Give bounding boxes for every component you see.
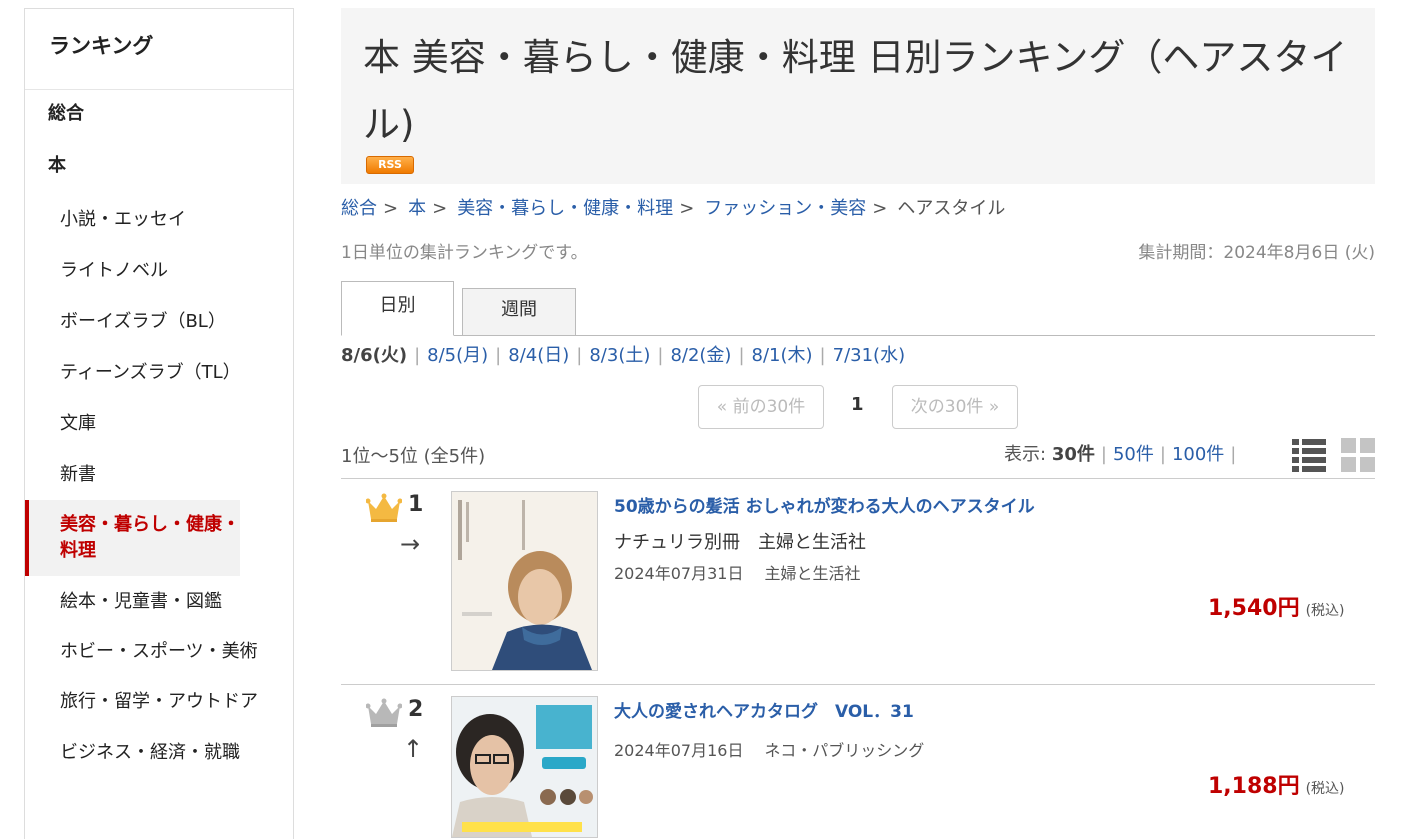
breadcrumb-separator: > [432, 198, 448, 219]
grid-view-icon[interactable] [1341, 438, 1375, 472]
book-price: 1,540円 (税込) [1208, 590, 1345, 622]
tax-note: (税込) [1305, 603, 1345, 619]
list-view-icon[interactable] [1292, 438, 1326, 472]
ranking-description: 1日単位の集計ランキングです。 [341, 243, 588, 263]
book-series: ナチュリラ別冊 主婦と生活社 [614, 532, 866, 553]
rank-trend-arrow-icon: → [400, 530, 421, 558]
day-link[interactable]: 8/2(金) [670, 345, 731, 366]
day-link[interactable]: 8/1(木) [752, 345, 813, 366]
list-divider [341, 478, 1375, 479]
sidebar-item-picture-books[interactable]: 絵本・児童書・図鑑 [25, 576, 293, 627]
book-cover-image[interactable] [451, 696, 598, 838]
sidebar: ランキング 総合 本 小説・エッセイ ライトノベル ボーイズラブ（BL） ティー… [24, 8, 294, 839]
per-page-selector: 表示: 30件 | 50件 | 100件 | [1004, 440, 1242, 466]
day-separator: | [495, 345, 502, 366]
book-cover-art [452, 697, 597, 837]
result-count: 1位～5位 (全5件) [341, 446, 486, 467]
book-release-publisher: 2024年07月31日 主婦と生活社 [614, 564, 861, 583]
display-separator: | [1159, 444, 1166, 465]
gold-crown-icon [366, 493, 402, 522]
sidebar-item-beauty-living[interactable]: 美容・暮らし・健康・料理 [25, 500, 240, 576]
rank-number: 2 [408, 697, 424, 722]
sidebar-item-tl[interactable]: ティーンズラブ（TL） [25, 347, 293, 398]
breadcrumb-beauty-living[interactable]: 美容・暮らし・健康・料理 [457, 198, 673, 219]
silver-crown-icon [366, 698, 402, 727]
page-title: 本 美容・暮らし・健康・料理 日別ランキング（ヘアスタイル) [363, 36, 1348, 146]
day-link[interactable]: 7/31(水) [833, 345, 905, 366]
sidebar-item-bl[interactable]: ボーイズラブ（BL） [25, 296, 293, 347]
page-header: 本 美容・暮らし・健康・料理 日別ランキング（ヘアスタイル) RSS [341, 8, 1375, 184]
current-page-number: 1 [851, 394, 864, 415]
rss-button[interactable]: RSS [366, 156, 414, 174]
sidebar-item-overall[interactable]: 総合 [25, 90, 293, 142]
day-link[interactable]: 8/4(日) [508, 345, 569, 366]
book-title-link[interactable]: 50歳からの髪活 おしゃれが変わる大人のヘアスタイル [614, 492, 1035, 517]
book-title-link[interactable]: 大人の愛されヘアカタログ VOL．31 [614, 697, 914, 722]
next-page-button[interactable]: 次の30件 » [892, 385, 1018, 429]
day-current: 8/6(火) [341, 345, 408, 366]
display-separator: | [1100, 444, 1107, 465]
sidebar-item-shinsho[interactable]: 新書 [25, 449, 293, 500]
book-cover-art [452, 492, 597, 670]
rank-trend-arrow-icon: ↑ [403, 735, 424, 763]
breadcrumb-overall[interactable]: 総合 [341, 198, 377, 219]
sidebar-item-business[interactable]: ビジネス・経済・就職 [25, 727, 293, 778]
sidebar-title: ランキング [25, 9, 293, 90]
breadcrumb: 総合 > 本 > 美容・暮らし・健康・料理 > ファッション・美容 > ヘアスタイル [341, 196, 1005, 222]
breadcrumb-separator: > [872, 198, 888, 219]
prev-page-button[interactable]: « 前の30件 [698, 385, 824, 429]
tab-daily[interactable]: 日別 [341, 281, 454, 336]
tax-note: (税込) [1305, 781, 1345, 797]
breadcrumb-fashion[interactable]: ファッション・美容 [704, 198, 866, 219]
display-current: 30件 [1051, 444, 1095, 465]
ranking-tabs: 日別 週間 [341, 281, 1375, 336]
book-price: 1,188円 (税込) [1208, 768, 1345, 800]
price-value: 1,188円 [1208, 774, 1300, 799]
breadcrumb-separator: > [679, 198, 695, 219]
day-separator: | [576, 345, 583, 366]
sidebar-item-light-novels[interactable]: ライトノベル [25, 245, 293, 296]
display-separator: | [1230, 444, 1237, 465]
tab-weekly[interactable]: 週間 [462, 288, 576, 336]
book-release-publisher: 2024年07月16日 ネコ・パブリッシング [614, 741, 925, 760]
book-cover-image[interactable] [451, 491, 598, 671]
price-value: 1,540円 [1208, 596, 1300, 621]
list-divider [341, 684, 1375, 685]
sidebar-item-novels[interactable]: 小説・エッセイ [25, 194, 293, 245]
day-selector: 8/6(火) | 8/5(月) | 8/4(日) | 8/3(土) | 8/2(金) | 8/1(木… [341, 341, 905, 367]
day-separator: | [738, 345, 745, 366]
day-separator: | [819, 345, 826, 366]
display-50-link[interactable]: 50件 [1113, 444, 1154, 465]
breadcrumb-separator: > [383, 198, 399, 219]
sidebar-item-hobby-sports[interactable]: ホビー・スポーツ・美術 [25, 627, 260, 677]
rank-number: 1 [408, 492, 424, 517]
day-separator: | [414, 345, 421, 366]
sidebar-item-books[interactable]: 本 [25, 142, 293, 194]
day-link[interactable]: 8/3(土) [589, 345, 650, 366]
breadcrumb-current: ヘアスタイル [897, 198, 1006, 219]
sidebar-item-bunko[interactable]: 文庫 [25, 398, 293, 449]
breadcrumb-books[interactable]: 本 [408, 198, 426, 219]
day-link[interactable]: 8/5(月) [427, 345, 488, 366]
display-100-link[interactable]: 100件 [1172, 444, 1224, 465]
sidebar-item-travel[interactable]: 旅行・留学・アウトドア [25, 677, 260, 727]
day-separator: | [657, 345, 664, 366]
aggregation-period: 集計期間：2024年8月6日 (火) [1138, 243, 1375, 263]
display-label: 表示: [1004, 444, 1047, 465]
